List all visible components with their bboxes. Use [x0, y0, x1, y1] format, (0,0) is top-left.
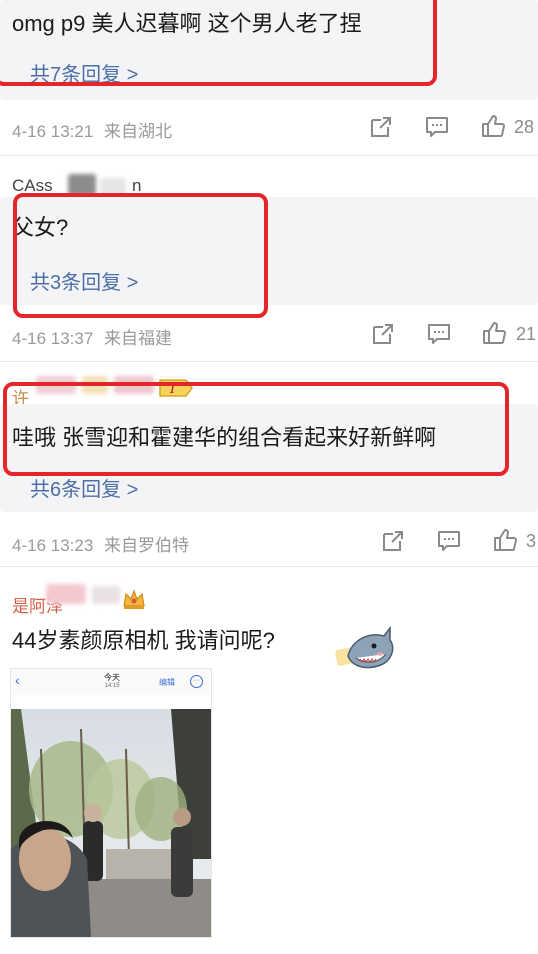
divider	[0, 361, 538, 362]
view-replies-link[interactable]: 共7条回复 >	[30, 58, 138, 87]
thumbs-up-icon[interactable]	[481, 320, 507, 346]
view-replies-link[interactable]: 共6条回复 >	[30, 473, 138, 502]
photo-title: 今天	[104, 673, 120, 682]
share-icon[interactable]	[370, 321, 396, 347]
like-count: 21	[516, 324, 537, 344]
thumbs-up-icon[interactable]	[480, 113, 506, 139]
comment-text: 44岁素颜原相机 我请问呢?	[12, 628, 275, 653]
thumbs-up-icon[interactable]	[492, 527, 518, 553]
comment-photo[interactable]: ‹ 今天 14:15 编辑 ···	[10, 668, 212, 938]
username-blur	[36, 376, 76, 394]
comment-icon[interactable]	[424, 114, 450, 140]
more-icon: ···	[190, 675, 203, 688]
level-badge-icon: I	[158, 378, 194, 398]
comment-time: 4-16 13:37	[12, 329, 94, 348]
comment-location: 来自湖北	[104, 122, 173, 141]
username[interactable]: CAss	[12, 176, 53, 196]
comment-time: 4-16 13:21	[12, 122, 94, 141]
divider	[0, 566, 538, 567]
photo-subtitle: 14:15	[104, 683, 120, 689]
share-icon[interactable]	[380, 528, 406, 554]
share-icon[interactable]	[368, 114, 394, 140]
comment-icon[interactable]	[426, 321, 452, 347]
avatar-blur	[100, 178, 126, 196]
shark-sticker-icon	[334, 625, 398, 672]
divider	[0, 155, 538, 156]
username-blur	[92, 586, 120, 604]
comment-text: omg p9 美人迟暮啊 这个男人老了捏	[12, 11, 362, 36]
svg-text:I: I	[169, 382, 176, 397]
comment-location: 来自罗伯特	[104, 536, 190, 555]
comment-text: 父女?	[12, 215, 69, 240]
comment-meta: 4-16 13:21 来自湖北	[12, 117, 172, 142]
username-tail: n	[132, 176, 142, 195]
like-count: 3	[526, 531, 537, 551]
username-blur	[46, 584, 86, 604]
back-chevron-icon: ‹	[15, 672, 20, 688]
comment-icon[interactable]	[436, 528, 462, 554]
photo-edit-button: 编辑	[159, 678, 175, 687]
like-count: 28	[514, 117, 535, 137]
avatar-blur	[68, 174, 96, 196]
username-blur	[82, 376, 108, 394]
comment-meta: 4-16 13:23 来自罗伯特	[12, 531, 189, 556]
photo-header: ‹ 今天 14:15 编辑 ···	[11, 669, 211, 695]
username-blur	[114, 376, 154, 394]
comment-location: 来自福建	[104, 329, 173, 348]
crown-icon	[122, 588, 146, 610]
photo-scene	[11, 709, 211, 937]
comment-meta: 4-16 13:37 来自福建	[12, 324, 172, 349]
view-replies-link[interactable]: 共3条回复 >	[30, 266, 138, 295]
comment-time: 4-16 13:23	[12, 536, 94, 555]
comment-text: 哇哦 张雪迎和霍建华的组合看起来好新鲜啊	[12, 425, 437, 450]
